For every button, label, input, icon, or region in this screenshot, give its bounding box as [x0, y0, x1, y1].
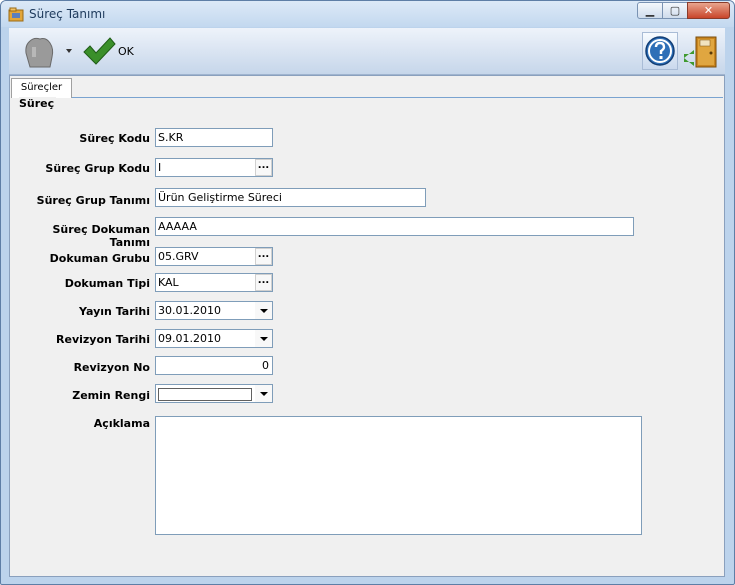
- dokuman-tipi-browse-button[interactable]: ...: [255, 274, 272, 291]
- yayin-tarihi-dropdown-button[interactable]: [255, 302, 272, 319]
- surec-dokuman-tanimi-field[interactable]: AAAAA: [155, 217, 634, 236]
- maximize-button[interactable]: ▢: [662, 2, 688, 19]
- hand-icon: [25, 37, 72, 68]
- revizyon-tarihi-value: 09.01.2010: [158, 332, 221, 345]
- exit-door-icon: [684, 36, 717, 68]
- dokuman-grubu-label: Dokuman Grubu: [49, 252, 150, 265]
- surec-grup-kodu-value: I: [158, 161, 162, 174]
- tab-surecler[interactable]: Süreçler: [11, 78, 72, 98]
- surec-kodu-field[interactable]: S.KR: [155, 128, 273, 147]
- aciklama-label: Açıklama: [93, 417, 150, 430]
- toolbar: OK: [9, 28, 725, 75]
- dropdown-arrow-icon: [259, 308, 268, 313]
- yayin-tarihi-label: Yayın Tarihi: [79, 305, 150, 318]
- ok-check-icon: [83, 37, 116, 65]
- close-icon: ✕: [703, 4, 714, 17]
- dokuman-tipi-label: Dokuman Tipi: [64, 277, 150, 290]
- dropdown-arrow-icon: [259, 336, 268, 341]
- close-button[interactable]: ✕: [687, 2, 730, 19]
- zemin-rengi-dropdown-button[interactable]: [255, 385, 272, 402]
- dokuman-tipi-value: KAL: [158, 276, 179, 289]
- ok-button[interactable]: OK: [82, 33, 138, 69]
- revizyon-tarihi-dropdown-button[interactable]: [255, 330, 272, 347]
- dokuman-grubu-browse-button[interactable]: ...: [255, 248, 272, 265]
- ok-label: OK: [118, 44, 134, 58]
- app-folder-icon: [8, 7, 24, 22]
- surec-kodu-label: Süreç Kodu: [79, 132, 150, 145]
- maximize-icon: ▢: [669, 4, 681, 17]
- content-area: Süreçler Süreç Süreç Kodu S.KR Süreç Gru…: [9, 75, 725, 577]
- revizyon-tarihi-label: Revizyon Tarihi: [56, 333, 150, 346]
- exit-button[interactable]: [682, 32, 722, 70]
- dropdown-arrow-icon: [259, 391, 268, 396]
- surec-dokuman-tanimi-label: Süreç Dokuman Tanımı: [52, 223, 150, 249]
- help-button[interactable]: [642, 32, 678, 70]
- aciklama-textarea[interactable]: [155, 416, 642, 535]
- dokuman-grubu-value: 05.GRV: [158, 250, 199, 263]
- hand-split-button[interactable]: [16, 33, 80, 69]
- window: Süreç Tanımı ▁ ▢ ✕ OK Süreçler Süreç Sür…: [0, 0, 735, 585]
- minimize-icon: ▁: [645, 4, 655, 17]
- surec-grup-kodu-browse-button[interactable]: ...: [255, 159, 272, 176]
- minimize-button[interactable]: ▁: [637, 2, 663, 19]
- zemin-rengi-label: Zemin Rengi: [72, 389, 150, 402]
- group-title: Süreç: [19, 97, 57, 110]
- zemin-rengi-swatch: [158, 387, 252, 401]
- help-icon: [645, 36, 675, 66]
- surec-grup-tanimi-field[interactable]: Ürün Geliştirme Süreci: [155, 188, 426, 207]
- window-title: Süreç Tanımı: [29, 7, 106, 21]
- revizyon-no-label: Revizyon No: [73, 361, 150, 374]
- revizyon-no-field[interactable]: 0: [155, 356, 273, 375]
- title-bar[interactable]: Süreç Tanımı ▁ ▢ ✕: [1, 1, 734, 27]
- yayin-tarihi-value: 30.01.2010: [158, 304, 221, 317]
- surec-grup-tanimi-label: Süreç Grup Tanımı: [36, 194, 150, 207]
- surec-grup-kodu-label: Süreç Grup Kodu: [45, 162, 150, 175]
